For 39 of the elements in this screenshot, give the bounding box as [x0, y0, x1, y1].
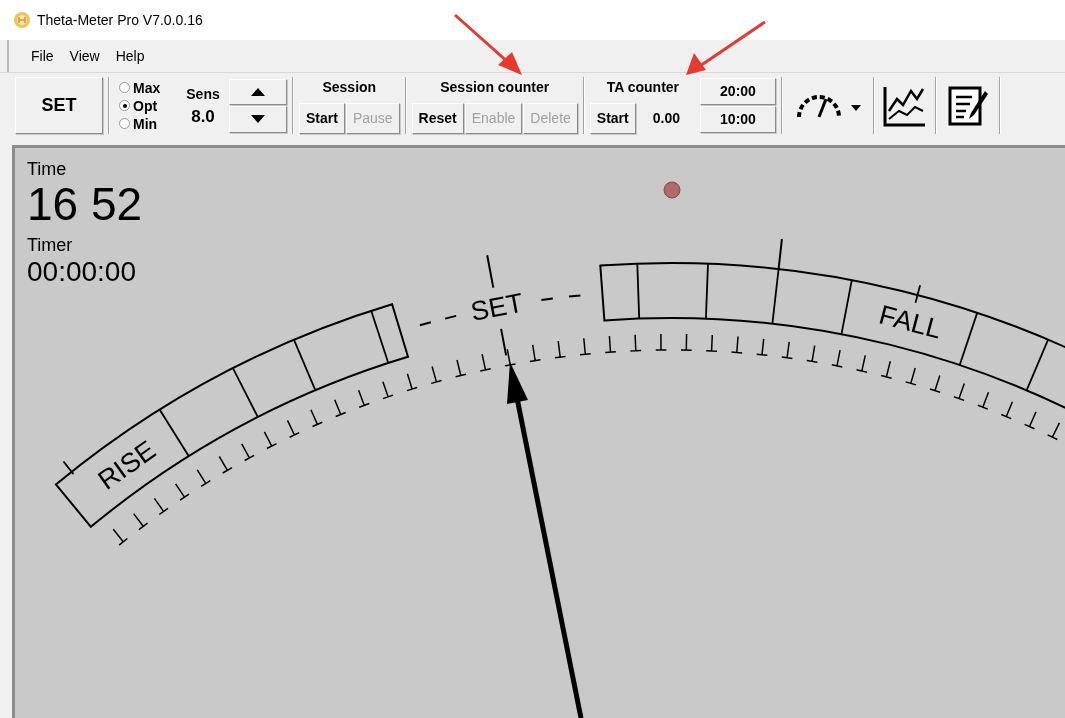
notepad-icon: [946, 84, 989, 127]
radio-label: Min: [133, 115, 158, 132]
timer-label: Timer: [27, 234, 74, 256]
group-title: TA counter: [606, 78, 680, 97]
menu-item[interactable]: Help: [109, 45, 151, 67]
time-value: 16 52: [27, 180, 143, 228]
menu-item[interactable]: File: [25, 45, 60, 67]
window-title: Theta-Meter Pro V7.0.0.16: [37, 10, 203, 30]
scale-label: FALL: [876, 299, 945, 345]
down-button[interactable]: [229, 105, 287, 133]
radio-button[interactable]: [119, 82, 130, 93]
toolbar-button[interactable]: 10:00: [699, 106, 776, 133]
sens-label: Sens: [186, 84, 220, 104]
time-label: Time: [27, 158, 68, 180]
radio-button[interactable]: [119, 100, 130, 111]
up-button[interactable]: [229, 78, 287, 105]
radio-label: Max: [133, 79, 161, 96]
toolbar-button[interactable]: Start: [299, 103, 345, 134]
up-arrow-icon: [251, 87, 265, 96]
scale-mark: [62, 460, 75, 475]
toolbar-button[interactable]: 20:00: [699, 78, 776, 105]
line-chart-icon: [882, 84, 927, 127]
radio-label: Opt: [133, 97, 158, 114]
group-title: Session: [322, 78, 377, 97]
toolbar-button[interactable]: Start: [589, 103, 636, 134]
app-logo-icon: [13, 11, 31, 29]
timer-value: 00:00:00: [27, 256, 137, 288]
counter-value: 0.00: [651, 109, 681, 128]
down-arrow-icon: [251, 115, 265, 123]
indicator-dot: [663, 181, 681, 199]
toolbar-button[interactable]: SET: [15, 77, 103, 134]
annotation-arrow: [454, 13, 522, 75]
scale-mark: [914, 284, 921, 304]
toolbar-button[interactable]: Reset: [411, 103, 464, 134]
group-title: Session counter: [440, 78, 550, 97]
scale-label: SET: [468, 287, 526, 327]
sens-value: 8.0: [191, 105, 215, 128]
radio-button[interactable]: [119, 118, 130, 129]
menu-item[interactable]: View: [63, 45, 106, 67]
